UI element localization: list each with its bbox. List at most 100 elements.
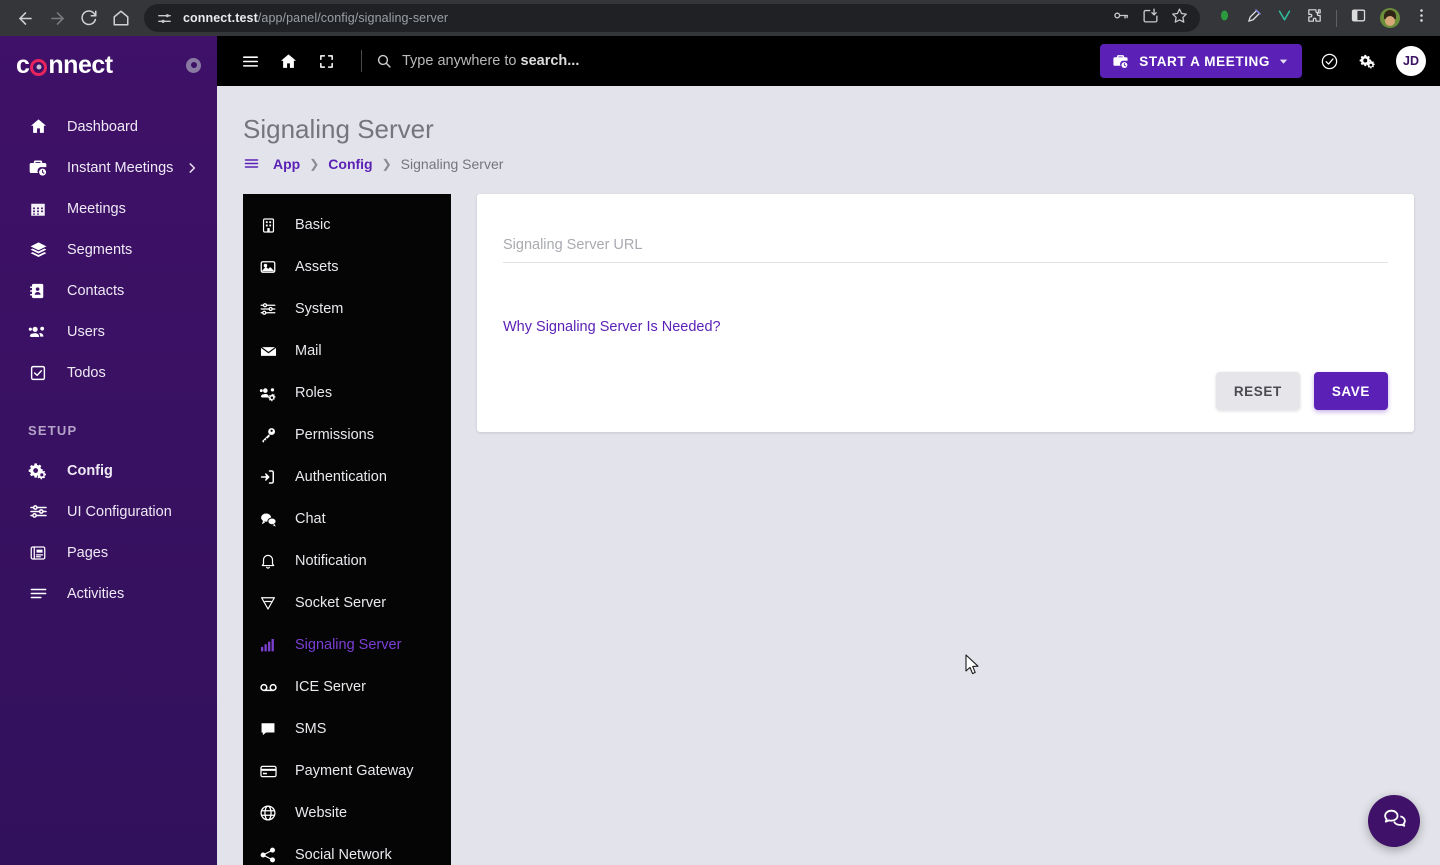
chat-bubbles-icon <box>1382 806 1407 836</box>
password-key-icon[interactable] <box>1113 7 1130 29</box>
config-menu-item-ice-server[interactable]: ICE Server <box>243 666 451 708</box>
sidebar-item-label: Instant Meetings <box>67 159 174 176</box>
back-icon[interactable] <box>10 3 40 33</box>
breadcrumb-separator: ❯ <box>381 156 392 171</box>
voicemail-icon <box>257 678 279 697</box>
sidebar-section-setup: SETUP <box>28 423 78 438</box>
breadcrumb-menu-icon[interactable] <box>243 155 260 172</box>
sidebar-item-meetings[interactable]: Meetings <box>0 188 217 229</box>
sidebar-item-label: Activities <box>67 585 125 602</box>
config-menu-item-system[interactable]: System <box>243 288 451 330</box>
bookmark-star-icon[interactable] <box>1171 7 1188 29</box>
signal-bars-icon <box>257 636 279 654</box>
home-icon[interactable] <box>269 42 307 80</box>
sidebar-item-instant-meetings[interactable]: Instant Meetings <box>0 147 217 188</box>
reset-button[interactable]: RESET <box>1215 372 1300 410</box>
home-icon <box>28 117 48 136</box>
config-menu-label: Notification <box>295 553 367 569</box>
reload-icon[interactable] <box>74 3 104 33</box>
puzzle-ext-icon[interactable] <box>1306 7 1323 29</box>
toolbar-divider <box>1336 9 1337 27</box>
config-menu-label: Authentication <box>295 469 387 485</box>
config-menu-item-mail[interactable]: Mail <box>243 330 451 372</box>
config-menu-item-sms[interactable]: SMS <box>243 708 451 750</box>
site-settings-icon[interactable] <box>156 10 173 27</box>
config-menu: Basic Assets System Mail Roles Permissio… <box>243 194 451 865</box>
briefcase-clock-icon <box>28 158 48 178</box>
start-meeting-label: START A MEETING <box>1139 53 1270 69</box>
sidebar-item-label: Dashboard <box>67 118 138 135</box>
gears-icon[interactable] <box>1348 42 1386 80</box>
sidebar-item-segments[interactable]: Segments <box>0 229 217 270</box>
breadcrumb-item-config[interactable]: Config <box>328 156 372 172</box>
sidebar-item-activities[interactable]: Activities <box>0 573 217 614</box>
sidebar-item-pages[interactable]: Pages <box>0 532 217 573</box>
start-meeting-button[interactable]: START A MEETING <box>1100 44 1302 78</box>
profile-avatar[interactable] <box>1380 8 1400 28</box>
config-menu-label: Roles <box>295 385 333 401</box>
address-bar[interactable]: connect.test/app/panel/config/signaling-… <box>144 4 1200 32</box>
save-button[interactable]: SAVE <box>1313 372 1388 410</box>
eyedropper-ext-icon[interactable] <box>1246 7 1263 29</box>
message-icon <box>257 720 279 738</box>
signaling-server-url-field[interactable] <box>503 236 1388 263</box>
forward-icon[interactable] <box>42 3 72 33</box>
v-letter-ext-icon[interactable] <box>1276 7 1293 29</box>
config-menu-label: SMS <box>295 721 327 737</box>
sidebar-item-dashboard[interactable]: Dashboard <box>0 106 217 147</box>
chat-bubbles-icon <box>257 510 279 529</box>
config-menu-label: Social Network <box>295 847 392 863</box>
app-logo[interactable]: c nnect <box>16 52 113 78</box>
sidebar-item-label: Contacts <box>67 282 125 299</box>
config-menu-item-notification[interactable]: Notification <box>243 540 451 582</box>
fullscreen-icon[interactable] <box>307 42 345 80</box>
breadcrumb-item-app[interactable]: App <box>273 156 300 172</box>
config-menu-item-authentication[interactable]: Authentication <box>243 456 451 498</box>
sidebar-item-label: Pages <box>67 544 109 561</box>
sidebar-collapse-toggle[interactable] <box>186 57 201 73</box>
extension-toolbar <box>1210 7 1430 29</box>
chevron-right-icon[interactable] <box>185 161 199 175</box>
config-menu-item-basic[interactable]: Basic <box>243 204 451 246</box>
breadcrumb: App ❯ Config ❯ Signaling Server <box>217 145 1440 172</box>
signaling-server-url-input[interactable] <box>503 237 1388 253</box>
config-menu-item-roles[interactable]: Roles <box>243 372 451 414</box>
config-menu-item-assets[interactable]: Assets <box>243 246 451 288</box>
sidebar-item-todos[interactable]: Todos <box>0 352 217 393</box>
check-circle-icon[interactable] <box>1310 42 1348 80</box>
sidebar-item-config[interactable]: Config <box>0 450 217 491</box>
sidebar-item-contacts[interactable]: Contacts <box>0 270 217 311</box>
config-menu-item-payment-gateway[interactable]: Payment Gateway <box>243 750 451 792</box>
green-dot-ext-icon[interactable] <box>1216 7 1233 29</box>
config-menu-item-socket-server[interactable]: Socket Server <box>243 582 451 624</box>
install-app-icon[interactable] <box>1142 7 1159 29</box>
home-icon[interactable] <box>106 3 136 33</box>
sliders-icon <box>257 300 279 318</box>
chat-fab-button[interactable] <box>1368 795 1420 847</box>
search-input[interactable]: Type anywhere to search... <box>402 53 579 69</box>
kebab-menu-icon[interactable] <box>1413 7 1430 29</box>
user-avatar[interactable]: JD <box>1396 46 1426 76</box>
chevron-down-icon[interactable] <box>1270 44 1296 78</box>
config-menu-label: Assets <box>295 259 339 275</box>
split-panel-icon[interactable] <box>1350 7 1367 29</box>
why-signaling-server-link[interactable]: Why Signaling Server Is Needed? <box>503 319 721 335</box>
config-menu-item-chat[interactable]: Chat <box>243 498 451 540</box>
content-column: Type anywhere to search... START A MEETI… <box>217 36 1440 865</box>
app-topbar: Type anywhere to search... START A MEETI… <box>217 36 1440 86</box>
form-actions: RESET SAVE <box>503 372 1388 410</box>
config-menu-label: Chat <box>295 511 326 527</box>
config-menu-label: Website <box>295 805 348 821</box>
config-menu-item-website[interactable]: Website <box>243 792 451 834</box>
omnibox-actions <box>1101 7 1188 29</box>
sidebar-item-label: Meetings <box>67 200 126 217</box>
hamburger-icon[interactable] <box>231 42 269 80</box>
config-menu-item-social-network[interactable]: Social Network <box>243 834 451 865</box>
config-menu-item-signaling-server[interactable]: Signaling Server <box>243 624 451 666</box>
sidebar-item-ui-configuration[interactable]: UI Configuration <box>0 491 217 532</box>
logo-ring-icon <box>30 58 48 76</box>
config-menu-item-permissions[interactable]: Permissions <box>243 414 451 456</box>
sidebar-item-users[interactable]: Users <box>0 311 217 352</box>
search-bar[interactable]: Type anywhere to search... <box>361 46 1100 76</box>
config-menu-label: Basic <box>295 217 331 233</box>
